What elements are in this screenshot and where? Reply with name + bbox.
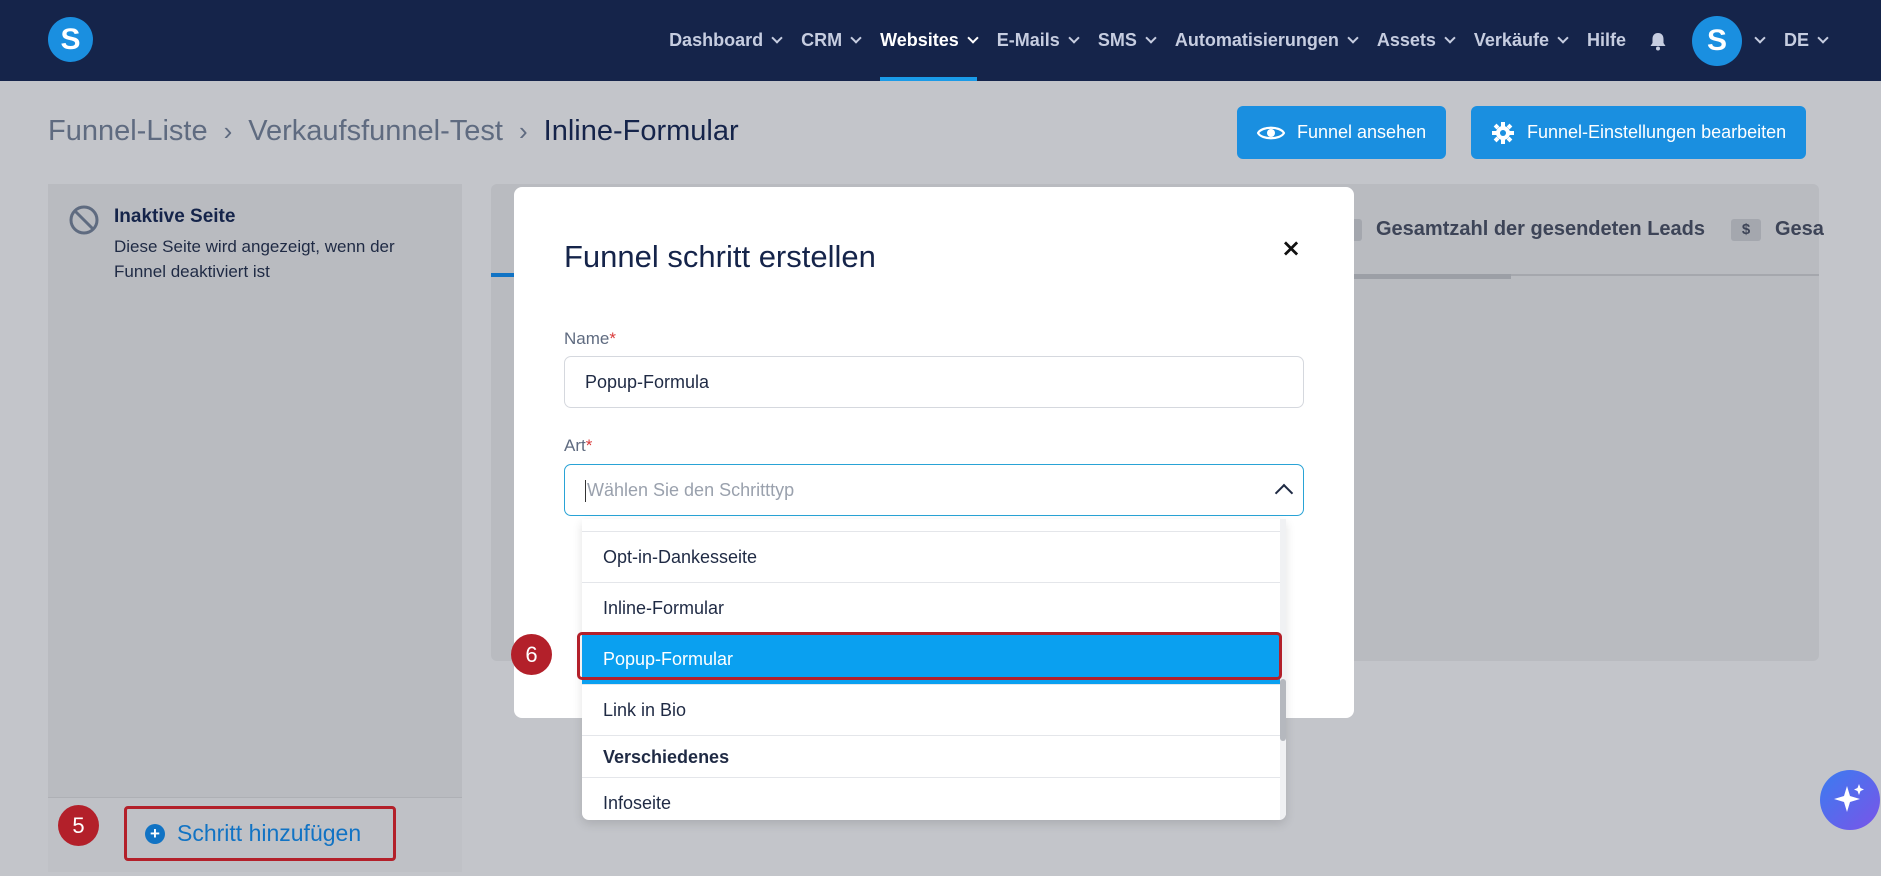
nav-sms[interactable]: SMS <box>1097 0 1157 81</box>
nav-label: Websites <box>880 30 959 50</box>
text-cursor <box>585 480 586 503</box>
step-name-input[interactable]: Popup-Formula <box>564 356 1304 408</box>
nav-emails[interactable]: E-Mails <box>996 0 1080 81</box>
nav-label: SMS <box>1097 30 1137 50</box>
type-label-text: Art <box>564 436 586 455</box>
breadcrumb-funnel[interactable]: Verkaufsfunnel-Test <box>248 115 503 148</box>
eye-icon <box>1257 126 1285 139</box>
name-label-text: Name <box>564 329 610 348</box>
name-label: Name* <box>564 329 616 349</box>
stat-revenue: $ Gesa <box>1731 218 1824 241</box>
nav-dashboard[interactable]: Dashboard <box>669 0 783 81</box>
select-placeholder: Wählen Sie den Schritttyp <box>587 480 795 500</box>
chevron-down-icon <box>967 32 979 44</box>
sidebar-footer: + Schritt hinzufügen <box>48 797 462 872</box>
option-optin-thankyou[interactable]: Opt-in-Dankesseite <box>582 531 1282 582</box>
stat-total-leads: Gesamtzahl der gesendeten Leads <box>1346 218 1705 241</box>
nav-assets[interactable]: Assets <box>1376 0 1456 81</box>
breadcrumb: Funnel-Liste › Verkaufsfunnel-Test › Inl… <box>48 115 739 148</box>
step-type-select[interactable]: Wählen Sie den Schritttyp <box>564 464 1304 516</box>
step-annotation-badge: 5 <box>58 805 99 846</box>
steps-sidebar: Inaktive Seite Diese Seite wird angezeig… <box>48 184 462 872</box>
modal-title: Funnel schritt erstellen <box>564 239 876 274</box>
nav-label: Assets <box>1376 30 1436 50</box>
edit-funnel-settings-button[interactable]: Funnel-Einstellungen bearbeiten <box>1471 106 1807 159</box>
chevron-down-icon[interactable] <box>1754 32 1766 44</box>
user-avatar[interactable]: S <box>1691 15 1742 66</box>
tab-scroll-indicator <box>1331 274 1511 279</box>
breadcrumb-funnel-list[interactable]: Funnel-Liste <box>48 115 208 148</box>
top-navbar: S Dashboard CRM Websites E-Mails SMS Aut… <box>0 0 1881 81</box>
inactive-page-description: Diese Seite wird angezeigt, wenn der Fun… <box>114 237 395 281</box>
annotation-highlight <box>577 632 1282 680</box>
dollar-icon: $ <box>1731 218 1761 241</box>
required-mark: * <box>585 436 593 455</box>
inactive-page-title[interactable]: Inaktive Seite <box>114 206 235 228</box>
nav-label: Hilfe <box>1586 30 1626 50</box>
add-step-label: Schritt hinzufügen <box>177 820 362 846</box>
stat-label: Gesa <box>1775 218 1824 240</box>
group-header-misc: Verschiedenes <box>582 735 1282 777</box>
option-inline-form[interactable]: Inline-Formular <box>582 582 1282 633</box>
edit-settings-label: Funnel-Einstellungen bearbeiten <box>1527 122 1787 142</box>
language-label: DE <box>1783 30 1809 50</box>
chevron-right-icon: › <box>518 116 528 146</box>
chevron-down-icon <box>1817 32 1829 44</box>
required-mark: * <box>609 329 616 348</box>
ai-assistant-button[interactable] <box>1820 770 1880 830</box>
chevron-right-icon: › <box>223 116 233 146</box>
option-link-in-bio[interactable]: Link in Bio <box>582 684 1282 735</box>
type-label: Art* <box>564 436 592 456</box>
nav-label: CRM <box>801 30 843 50</box>
nav-label: Dashboard <box>669 30 764 50</box>
sparkle-icon <box>1834 784 1864 812</box>
chevron-down-icon <box>1145 32 1157 44</box>
chevron-down-icon <box>1068 32 1080 44</box>
chevron-down-icon <box>850 32 862 44</box>
chevron-up-icon[interactable] <box>1274 483 1294 503</box>
nav-help[interactable]: Hilfe <box>1587 0 1626 81</box>
chevron-down-icon <box>1347 32 1359 44</box>
plus-circle-icon: + <box>145 823 165 844</box>
scrollbar-thumb[interactable] <box>1280 679 1286 741</box>
disabled-icon <box>69 205 99 235</box>
option-info-page[interactable]: Infoseite <box>582 777 1282 820</box>
add-step-button[interactable]: + Schritt hinzufügen <box>124 806 396 861</box>
app-logo[interactable]: S <box>48 17 93 62</box>
stat-label: Gesamtzahl der gesendeten Leads <box>1376 218 1706 240</box>
chevron-down-icon <box>771 32 783 44</box>
option-annotation-badge: 6 <box>511 634 552 675</box>
language-selector[interactable]: DE <box>1783 0 1829 81</box>
nav-automations[interactable]: Automatisierungen <box>1174 0 1359 81</box>
main-nav: Dashboard CRM Websites E-Mails SMS Autom… <box>649 0 1829 81</box>
chevron-down-icon <box>1557 32 1569 44</box>
view-funnel-button[interactable]: Funnel ansehen <box>1237 106 1447 159</box>
nav-label: E-Mails <box>996 30 1060 50</box>
breadcrumb-current: Inline-Formular <box>543 115 739 147</box>
gear-icon <box>1492 121 1514 144</box>
close-icon[interactable]: × <box>1276 233 1306 263</box>
nav-sales[interactable]: Verkäufe <box>1473 0 1569 81</box>
chevron-down-icon <box>1444 32 1456 44</box>
nav-label: Verkäufe <box>1473 30 1549 50</box>
nav-crm[interactable]: CRM <box>801 0 862 81</box>
view-funnel-label: Funnel ansehen <box>1297 122 1427 142</box>
nav-websites[interactable]: Websites <box>880 0 979 81</box>
bell-icon[interactable] <box>1648 31 1668 51</box>
nav-label: Automatisierungen <box>1174 30 1339 50</box>
